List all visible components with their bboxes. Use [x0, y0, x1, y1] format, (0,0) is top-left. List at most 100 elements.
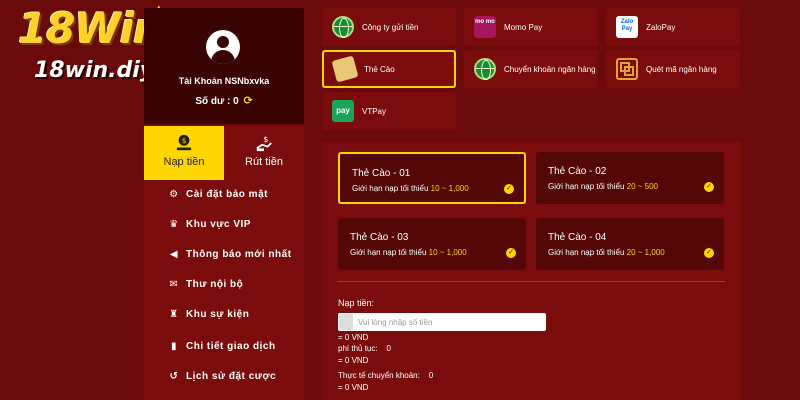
menu-item-security[interactable]: ⚙ Cài đặt bảo mật: [168, 184, 268, 204]
card-option-01[interactable]: Thẻ Cào - 01 Giới hạn nạp tối thiểu 10 ~…: [338, 152, 526, 204]
menu-item-label: Thư nội bộ: [186, 278, 244, 290]
menu-item-events[interactable]: ♜ Khu sự kiện: [168, 304, 249, 324]
trophy-icon: ♜: [169, 308, 179, 320]
payment-method-company[interactable]: Công ty gửi tiền: [322, 8, 456, 46]
card-limit-range: 20 ~ 500: [626, 182, 659, 191]
history-icon: ↺: [169, 370, 179, 382]
tab-deposit-label: Nạp tiền: [163, 156, 205, 168]
amount-vnd: = 0 VND: [338, 333, 369, 342]
card-title: Thẻ Cào - 04: [548, 232, 607, 243]
actual-vnd: = 0 VND: [338, 383, 369, 392]
users-cog-icon: ⚙: [169, 188, 179, 200]
card-limit-range: 10 ~ 1,000: [428, 248, 467, 257]
menu-item-bet-history[interactable]: ↺ Lịch sử đặt cược: [168, 366, 276, 386]
vtpay-icon: pay: [332, 100, 354, 122]
tab-withdraw[interactable]: $ Rút tiền: [224, 126, 304, 180]
menu-item-label: Lịch sử đặt cược: [186, 370, 277, 382]
envelope-icon: ✉: [169, 278, 179, 290]
fee-vnd: = 0 VND: [338, 356, 369, 365]
payment-method-zalopay[interactable]: Zalo Pay ZaloPay: [606, 8, 740, 46]
card-limit-range: 10 ~ 1,000: [430, 184, 469, 193]
payment-method-vtpay[interactable]: pay VTPay: [322, 92, 456, 130]
crown-icon: ♛: [169, 218, 179, 230]
menu-item-transactions[interactable]: ▮ Chi tiết giao dịch: [168, 336, 276, 356]
payment-method-bank-qr[interactable]: Quét mã ngân hàng: [606, 50, 740, 88]
logo-domain-text: 18win.diy: [34, 58, 155, 83]
globe-icon: [332, 16, 354, 38]
withdraw-icon: $: [256, 134, 272, 152]
card-limit-label: Giới hạn nạp tối thiểu: [350, 248, 427, 257]
card-title: Thẻ Cào - 03: [350, 232, 409, 243]
balance-row: Số dư : 0 ⟳: [144, 94, 304, 107]
balance-label: Số dư :: [195, 96, 231, 107]
payment-method-label: Thẻ Cào: [364, 64, 395, 74]
momo-icon: mo mo: [474, 16, 496, 38]
payment-method-momo[interactable]: mo mo Momo Pay: [464, 8, 598, 46]
check-icon: ✓: [504, 184, 514, 194]
svg-text:$: $: [182, 136, 187, 145]
payment-method-label: ZaloPay: [646, 22, 676, 32]
actual-value: 0: [428, 371, 434, 380]
svg-text:$: $: [263, 134, 268, 144]
menu-item-inbox[interactable]: ✉ Thư nội bộ: [168, 274, 243, 294]
check-icon: ✓: [704, 182, 714, 192]
globe-icon: [474, 58, 496, 80]
card-title: Thẻ Cào - 02: [548, 166, 607, 177]
card-option-02[interactable]: Thẻ Cào - 02 Giới hạn nạp tối thiểu 20 ~…: [536, 152, 724, 204]
avatar-head: [217, 36, 229, 48]
deposit-icon: $: [176, 134, 192, 151]
payment-method-label: Quét mã ngân hàng: [646, 64, 717, 74]
menu-item-label: Khu vực VIP: [186, 218, 251, 230]
logo-main-text: 18Win: [18, 4, 163, 53]
zalopay-icon: Zalo Pay: [616, 16, 638, 38]
amount-input[interactable]: [338, 313, 546, 331]
card-limit: Giới hạn nạp tối thiểu 10 ~ 1,000: [352, 184, 469, 193]
card-option-03[interactable]: Thẻ Cào - 03 Giới hạn nạp tối thiểu 10 ~…: [338, 218, 526, 270]
tab-deposit[interactable]: $ Nạp tiền: [144, 126, 224, 180]
scratch-card-icon: [331, 55, 359, 83]
menu-item-vip[interactable]: ♛ Khu vực VIP: [168, 214, 251, 234]
menu-item-announcements[interactable]: ◀ Thông báo mới nhất: [168, 244, 292, 264]
check-icon: ✓: [704, 248, 714, 258]
payment-method-bank-transfer[interactable]: Chuyển khoản ngân hàng: [464, 50, 598, 88]
avatar-body: [211, 50, 235, 64]
avatar-icon[interactable]: [206, 30, 240, 64]
sidebar-menu: ⚙ Cài đặt bảo mật ♛ Khu vực VIP ◀ Thông …: [144, 180, 304, 400]
payment-method-label: Công ty gửi tiền: [362, 22, 419, 32]
card-limit-range: 20 ~ 1,000: [626, 248, 665, 257]
input-prefix: [339, 314, 353, 330]
fee-label: phí thủ tục:: [338, 344, 378, 353]
menu-item-label: Thông báo mới nhất: [186, 248, 292, 260]
payment-method-label: VTPay: [362, 106, 387, 116]
card-limit-label: Giới hạn nạp tối thiểu: [352, 184, 429, 193]
card-limit: Giới hạn nạp tối thiểu 20 ~ 500: [548, 182, 658, 191]
amount-label: Nạp tiền:: [338, 298, 375, 308]
card-limit-label: Giới hạn nạp tối thiểu: [548, 248, 625, 257]
card-option-04[interactable]: Thẻ Cào - 04 Giới hạn nạp tối thiểu 20 ~…: [536, 218, 724, 270]
card-limit: Giới hạn nạp tối thiểu 10 ~ 1,000: [350, 248, 467, 257]
payment-method-label: Chuyển khoản ngân hàng: [504, 64, 596, 74]
file-icon: ▮: [170, 340, 177, 352]
actual-row: Thực tế chuyển khoản: 0: [338, 371, 433, 380]
fee-row: phí thủ tục: 0: [338, 344, 391, 353]
refresh-icon[interactable]: ⟳: [243, 95, 252, 107]
actual-label: Thực tế chuyển khoản:: [338, 371, 420, 380]
megaphone-icon: ◀: [169, 248, 179, 260]
profile-panel: Tài Khoản NSNbxvka Số dư : 0 ⟳: [144, 8, 304, 124]
menu-item-label: Chi tiết giao dịch: [186, 340, 276, 352]
divider: [337, 281, 725, 282]
check-icon: ✓: [506, 248, 516, 258]
deposit-withdraw-tabs: $ Nạp tiền $ Rút tiền: [144, 126, 304, 180]
card-limit: Giới hạn nạp tối thiểu 20 ~ 1,000: [548, 248, 665, 257]
payment-method-label: Momo Pay: [504, 22, 543, 32]
qr-code-icon: [616, 58, 638, 80]
fee-value: 0: [386, 344, 391, 353]
card-title: Thẻ Cào - 01: [352, 168, 411, 179]
card-limit-label: Giới hạn nạp tối thiểu: [548, 182, 625, 191]
menu-item-label: Khu sự kiện: [186, 308, 250, 320]
menu-item-label: Cài đặt bảo mật: [186, 188, 268, 200]
account-name: Tài Khoản NSNbxvka: [178, 76, 270, 86]
payment-method-scratch-card[interactable]: Thẻ Cào: [322, 50, 456, 88]
tab-withdraw-label: Rút tiền: [245, 156, 283, 168]
balance-value: 0: [233, 96, 239, 107]
